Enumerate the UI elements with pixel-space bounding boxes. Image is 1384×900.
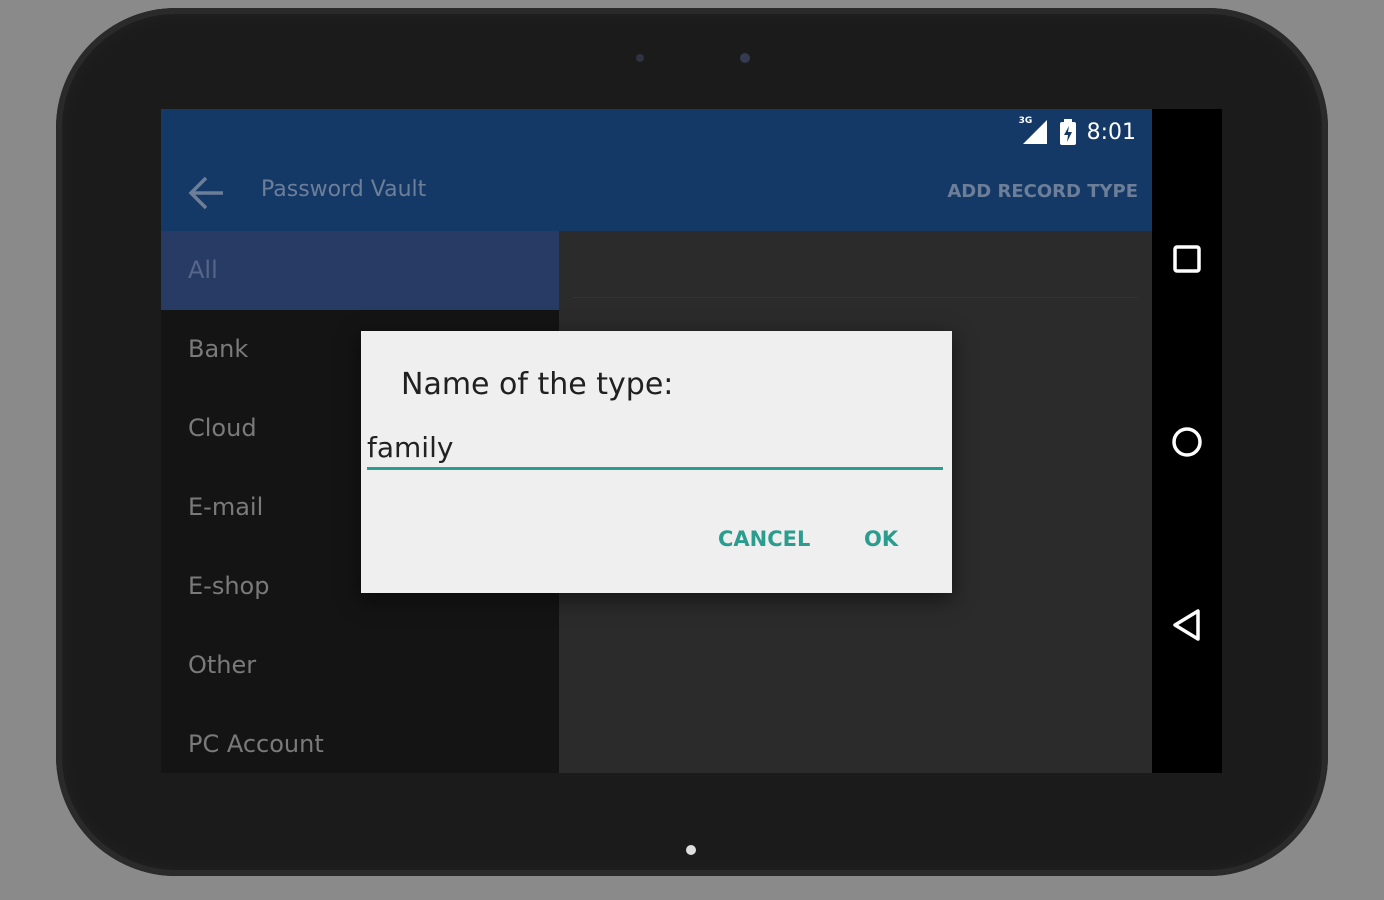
app-title: Password Vault xyxy=(261,177,427,202)
type-name-input[interactable] xyxy=(367,427,943,470)
home-indicator-dot xyxy=(686,845,696,855)
dialog-title: Name of the type: xyxy=(401,367,674,402)
cancel-button[interactable]: CANCEL xyxy=(718,527,810,551)
action-bar: Password Vault ADD RECORD TYPE xyxy=(161,155,1152,231)
sidebar-item-pc-account[interactable]: PC Account xyxy=(161,705,559,773)
signal-icon: 3G xyxy=(1019,116,1049,146)
add-type-dialog: Name of the type: CANCEL OK xyxy=(361,331,952,593)
sidebar-item-label: Bank xyxy=(188,335,249,363)
back-triangle-icon[interactable] xyxy=(1169,607,1205,643)
sidebar-item-label: Other xyxy=(188,651,257,679)
home-circle-icon[interactable] xyxy=(1169,424,1205,460)
sidebar-item-label: E-shop xyxy=(188,572,270,600)
navigation-bar xyxy=(1152,109,1222,773)
sidebar-item-label: E-mail xyxy=(188,493,264,521)
sidebar-item-other[interactable]: Other xyxy=(161,626,559,705)
sensor-dot xyxy=(636,54,644,62)
back-arrow-icon[interactable] xyxy=(187,173,227,213)
battery-icon xyxy=(1059,118,1077,146)
add-record-type-button[interactable]: ADD RECORD TYPE xyxy=(947,181,1138,202)
status-bar: 3G 8:01 xyxy=(161,109,1152,155)
sidebar-item-all[interactable]: All xyxy=(161,231,559,310)
status-time: 8:01 xyxy=(1086,119,1136,145)
sidebar-item-label: Cloud xyxy=(188,414,257,442)
ok-button[interactable]: OK xyxy=(864,527,898,551)
sidebar-item-label: PC Account xyxy=(188,730,324,758)
content-divider xyxy=(573,297,1138,298)
sidebar-item-label: All xyxy=(188,256,218,284)
recents-square-icon[interactable] xyxy=(1169,241,1205,277)
camera-dot xyxy=(740,53,750,63)
status-icons: 3G 8:01 xyxy=(1019,116,1136,147)
